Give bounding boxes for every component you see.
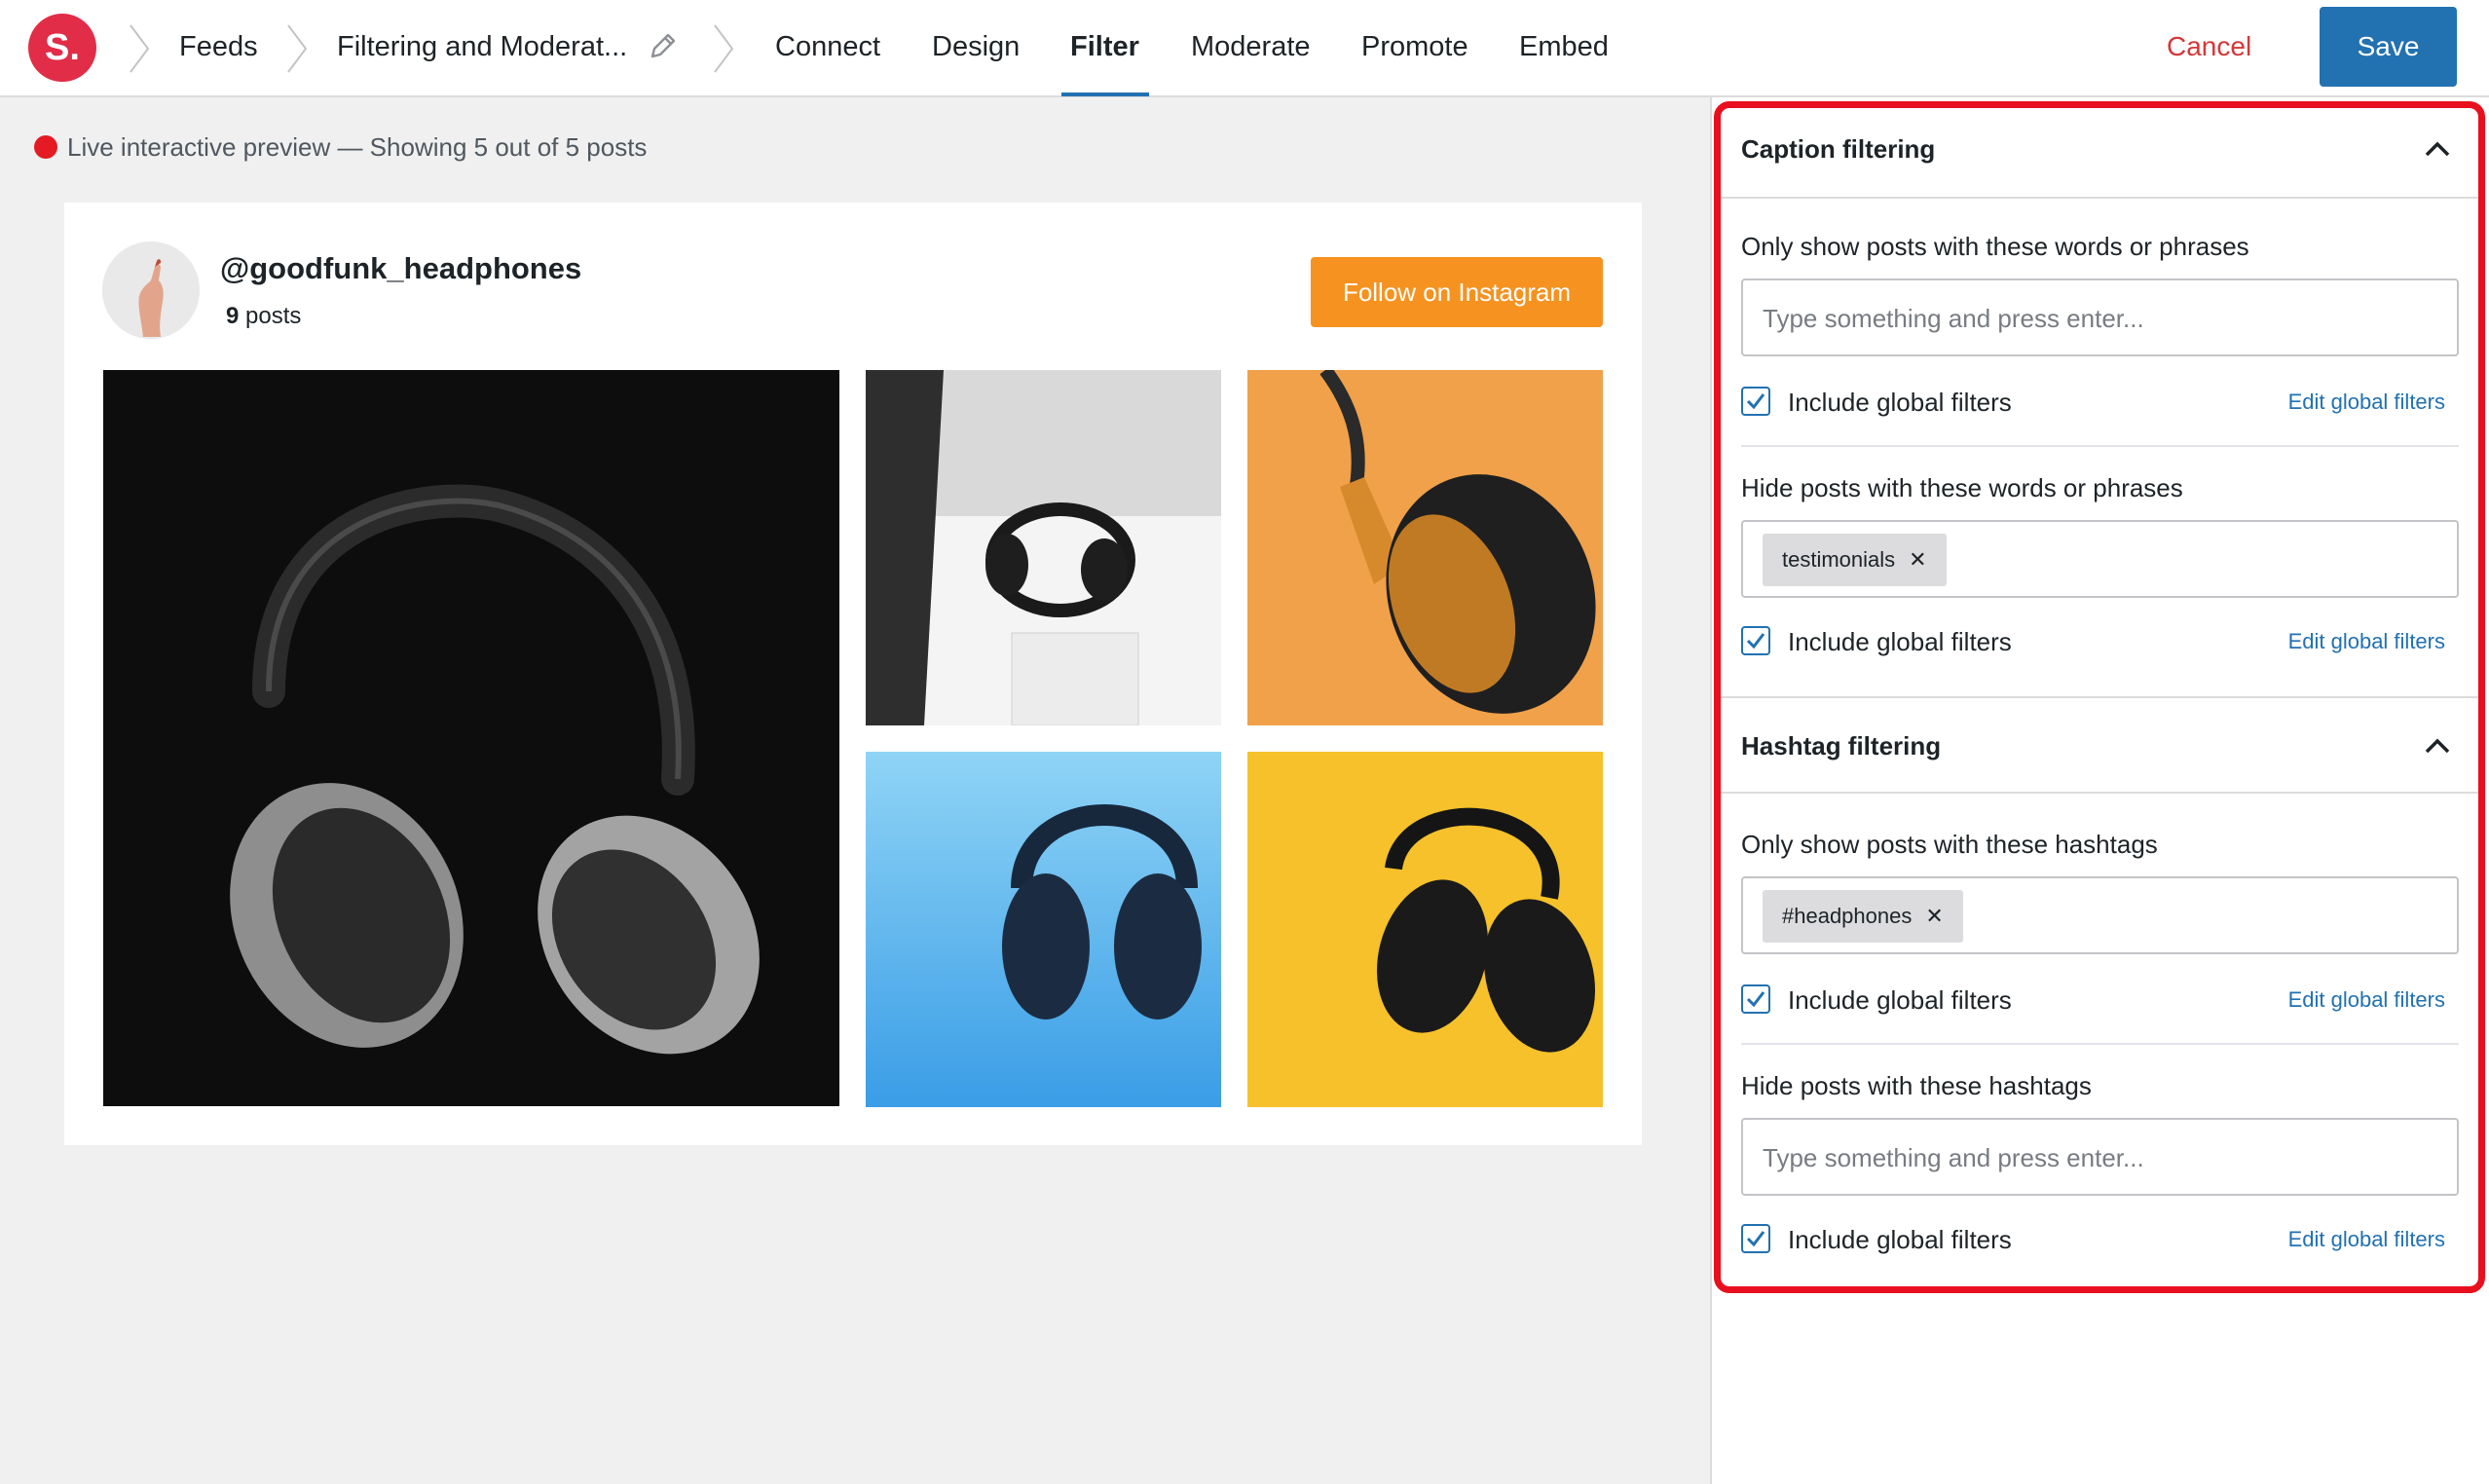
caption-show-label: Only show posts with these words or phra… <box>1741 232 2249 261</box>
breadcrumb-feeds[interactable]: Feeds <box>179 29 258 64</box>
caption-show-input[interactable]: Type something and press enter... <box>1741 278 2459 356</box>
hashtag-hide-include-global-row: Include global filters Edit global filte… <box>1741 1223 2459 1256</box>
remove-chip-icon[interactable]: ✕ <box>1925 904 1943 928</box>
hashtag-show-include-global-row: Include global filters Edit global filte… <box>1741 983 2459 1017</box>
hashtag-show-label: Only show posts with these hashtags <box>1741 830 2158 859</box>
posts-count-label: posts <box>245 303 302 329</box>
headphones-image <box>866 370 1221 725</box>
feed-post-image-2[interactable] <box>866 370 1221 725</box>
headphones-image <box>103 370 839 1106</box>
account-username[interactable]: @goodfunk_headphones <box>220 251 581 286</box>
breadcrumb-feed-name[interactable]: Filtering and Moderat... <box>337 29 627 64</box>
feed-post-image-4[interactable] <box>866 752 1221 1107</box>
hashtag-hide-label: Hide posts with these hashtags <box>1741 1071 2092 1100</box>
filter-chip-label: testimonials <box>1782 547 1896 572</box>
breadcrumb-chevron-icon <box>714 24 734 73</box>
caption-show-include-global-row: Include global filters Edit global filte… <box>1741 386 2459 419</box>
follow-on-instagram-button[interactable]: Follow on Instagram <box>1311 257 1603 327</box>
hashtag-filtering-title: Hashtag filtering <box>1741 731 1942 761</box>
filter-chip: testimonials ✕ <box>1763 534 1947 586</box>
caption-hide-label: Hide posts with these words or phrases <box>1741 473 2183 502</box>
live-indicator-icon <box>34 135 57 159</box>
edit-name-pencil-icon[interactable] <box>647 29 680 62</box>
tab-filter[interactable]: Filter <box>1070 29 1139 64</box>
posts-count: 9 posts <box>226 302 301 331</box>
edit-global-filters-link[interactable]: Edit global filters <box>2288 388 2445 417</box>
hashtag-filtering-header[interactable]: Hashtag filtering <box>1720 696 2479 794</box>
include-global-checkbox[interactable] <box>1741 984 1770 1014</box>
include-global-label: Include global filters <box>1788 627 2012 656</box>
feed-post-image-5[interactable] <box>1247 752 1603 1107</box>
tab-connect[interactable]: Connect <box>775 29 880 64</box>
cancel-button[interactable]: Cancel <box>2167 29 2251 64</box>
include-global-label: Include global filters <box>1788 388 2012 417</box>
headphones-image <box>866 752 1221 1107</box>
active-tab-indicator <box>1061 93 1149 96</box>
tab-embed[interactable]: Embed <box>1519 29 1609 64</box>
hashtag-hide-input[interactable]: Type something and press enter... <box>1741 1118 2459 1196</box>
caption-filtering-title: Caption filtering <box>1741 134 1936 164</box>
divider <box>1741 445 2459 447</box>
chevron-up-icon[interactable] <box>2423 731 2452 761</box>
avatar-hand-icon <box>102 241 200 339</box>
app-logo[interactable]: S. <box>28 14 96 82</box>
include-global-checkbox[interactable] <box>1741 626 1770 655</box>
posts-count-number: 9 <box>226 303 240 329</box>
tab-design[interactable]: Design <box>932 29 1020 64</box>
tab-promote[interactable]: Promote <box>1361 29 1468 64</box>
include-global-label: Include global filters <box>1788 1225 2012 1254</box>
preview-status: Live interactive preview — Showing 5 out… <box>34 130 647 164</box>
feed-post-image-1[interactable] <box>103 370 839 1106</box>
filter-chip: #headphones ✕ <box>1763 890 1963 943</box>
caption-hide-input[interactable]: testimonials ✕ <box>1741 520 2459 598</box>
include-global-label: Include global filters <box>1788 985 2012 1015</box>
breadcrumb-chevron-icon <box>130 24 150 73</box>
edit-global-filters-link[interactable]: Edit global filters <box>2288 985 2445 1015</box>
checkmark-icon <box>1746 393 1765 410</box>
caption-hide-include-global-row: Include global filters Edit global filte… <box>1741 625 2459 658</box>
hashtag-hide-placeholder: Type something and press enter... <box>1763 1143 2144 1172</box>
filter-chip-label: #headphones <box>1782 904 1913 928</box>
caption-show-placeholder: Type something and press enter... <box>1763 304 2144 333</box>
avatar[interactable] <box>102 241 200 339</box>
feed-post-image-3[interactable] <box>1247 370 1603 725</box>
checkmark-icon <box>1746 1231 1765 1247</box>
preview-status-text: Live interactive preview — Showing 5 out… <box>67 132 648 162</box>
divider <box>1741 1043 2459 1045</box>
checkmark-icon <box>1746 633 1765 649</box>
hashtag-show-input[interactable]: #headphones ✕ <box>1741 876 2459 954</box>
edit-global-filters-link[interactable]: Edit global filters <box>2288 627 2445 656</box>
tab-moderate[interactable]: Moderate <box>1191 29 1311 64</box>
breadcrumb-chevron-icon <box>287 24 308 73</box>
chevron-up-icon[interactable] <box>2423 134 2452 164</box>
checkmark-icon <box>1746 991 1765 1008</box>
top-bar: S. Feeds Filtering and Moderat... Connec… <box>0 0 2489 97</box>
save-button[interactable]: Save <box>2320 7 2457 87</box>
include-global-checkbox[interactable] <box>1741 1224 1770 1253</box>
headphones-image <box>1247 370 1603 725</box>
edit-global-filters-link[interactable]: Edit global filters <box>2288 1225 2445 1254</box>
headphones-image <box>1247 752 1603 1107</box>
caption-filtering-header[interactable]: Caption filtering <box>1720 101 2479 199</box>
include-global-checkbox[interactable] <box>1741 387 1770 416</box>
remove-chip-icon[interactable]: ✕ <box>1909 547 1926 572</box>
